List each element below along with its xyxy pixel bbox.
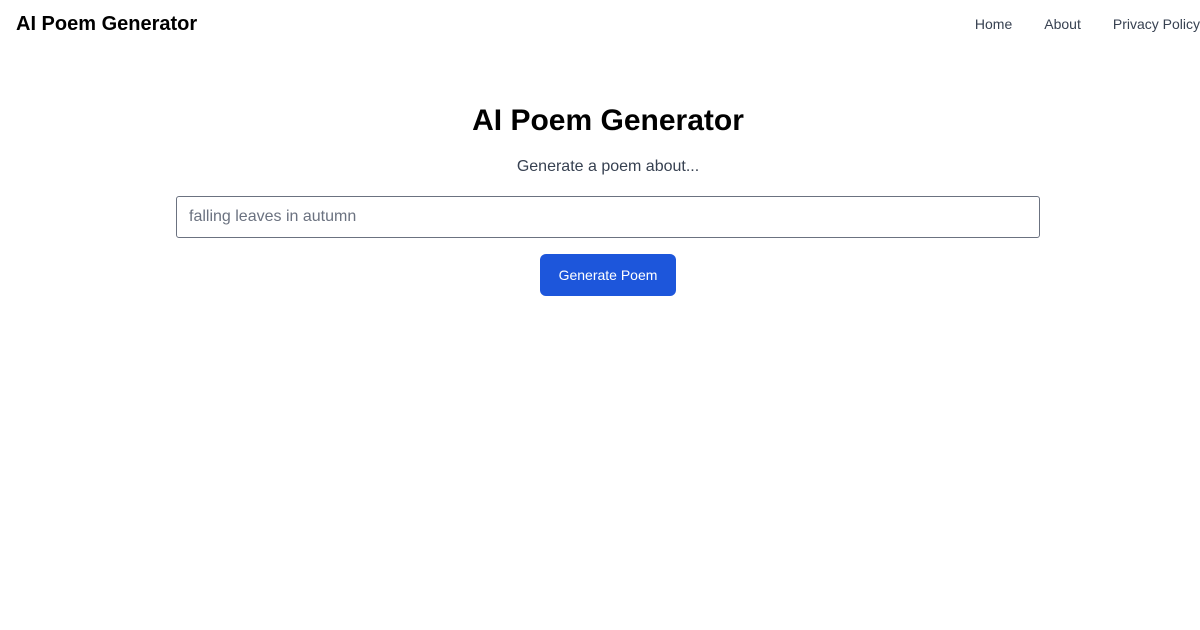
nav-link-home[interactable]: Home: [975, 15, 1012, 33]
site-brand[interactable]: AI Poem Generator: [16, 11, 197, 37]
poem-topic-input[interactable]: [176, 196, 1040, 238]
top-navbar: AI Poem Generator Home About Privacy Pol…: [0, 0, 1200, 48]
generate-poem-button[interactable]: Generate Poem: [540, 254, 676, 296]
nav-link-about[interactable]: About: [1044, 15, 1081, 33]
nav-link-privacy-policy[interactable]: Privacy Policy: [1113, 15, 1200, 33]
page-title: AI Poem Generator: [472, 104, 744, 137]
nav-links: Home About Privacy Policy: [975, 15, 1200, 33]
page: AI Poem Generator Home About Privacy Pol…: [0, 0, 1200, 630]
page-subtitle: Generate a poem about...: [516, 158, 700, 175]
